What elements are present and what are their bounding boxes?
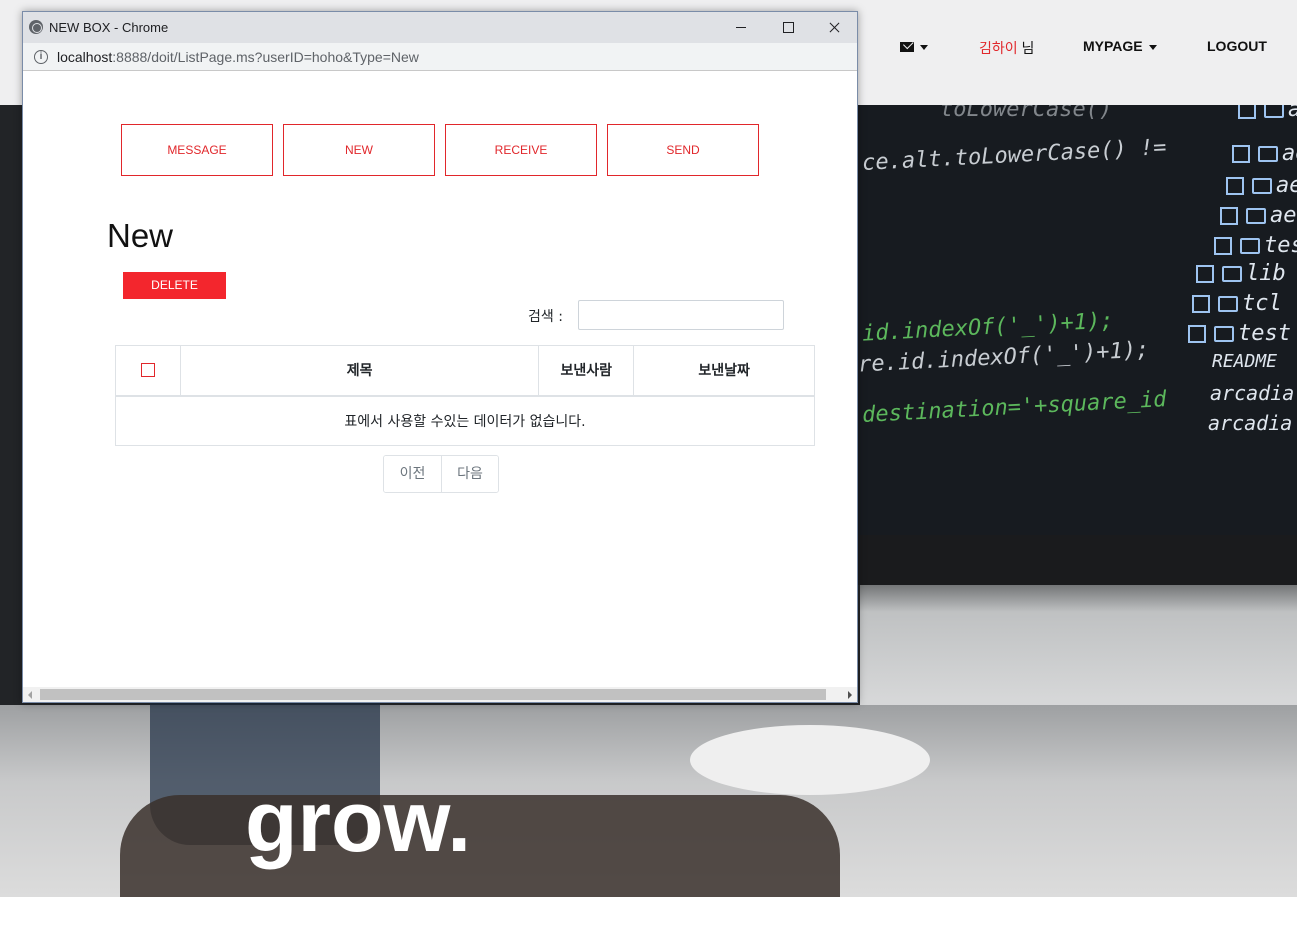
info-icon[interactable]: i [34,50,48,64]
hero-hands [120,795,840,897]
send-tab-button[interactable]: SEND [607,124,759,176]
page-title: New [107,217,174,254]
next-page-button[interactable]: 다음 [441,456,498,492]
tree-item: tcl [1192,291,1282,316]
maximize-button[interactable] [765,12,811,43]
table-header-row: 제목 보낸사람 보낸날짜 [115,345,815,397]
receive-tab-button[interactable]: RECEIVE [445,124,597,176]
url-path: :8888/doit/ListPage.ms?userID=hoho&Type=… [112,49,419,65]
tree-item: tes [1214,233,1297,258]
tree-item: arcadia [1210,381,1295,405]
message-table: 제목 보낸사람 보낸날짜 표에서 사용할 수있는 데이터가 없습니다. [115,345,815,446]
envelope-icon [900,42,914,53]
hero-mouse [690,725,930,795]
empty-table-message: 표에서 사용할 수있는 데이터가 없습니다. [115,395,815,446]
minimize-button[interactable] [719,12,765,43]
tree-item: ae [1226,173,1297,198]
page-content: MESSAGE NEW RECEIVE SEND New DELETE 검색 :… [23,71,857,687]
window-title: NEW BOX - Chrome [49,20,169,35]
select-all-checkbox[interactable] [140,363,155,378]
search-label: 검색 : [528,309,563,325]
code-line: toLowerCase() [940,105,1113,122]
user-greeting: 김하이 님 [979,38,1034,58]
message-tab-button[interactable]: MESSAGE [121,124,273,176]
scroll-left-arrow-icon[interactable] [28,691,32,699]
address-bar[interactable]: i localhost:8888/doit/ListPage.ms?userID… [23,43,857,71]
globe-icon [29,20,43,34]
user-suffix: 님 [1017,40,1035,56]
mail-dropdown[interactable] [900,38,928,54]
column-header-title[interactable]: 제목 [179,345,540,397]
tree-item: README [1212,351,1278,372]
tree-item: ac [1238,105,1297,122]
window-titlebar[interactable]: NEW BOX - Chrome [23,12,857,43]
delete-button[interactable]: DELETE [123,272,226,299]
search-input[interactable] [578,300,784,330]
logout-link[interactable]: LOGOUT [1207,38,1267,54]
tree-item: ae- [1220,203,1297,228]
hero-headline: grow. [245,774,472,870]
url-host: localhost [57,49,113,65]
pagination: 이전 다음 [383,455,499,493]
popup-window: NEW BOX - Chrome i localhost:8888/doit/L… [22,11,858,703]
tree-item: arcadia [1208,411,1293,435]
url-text[interactable]: localhost:8888/doit/ListPage.ms?userID=h… [57,49,419,65]
mypage-dropdown[interactable]: MYPAGE [1083,38,1157,54]
prev-page-button[interactable]: 이전 [384,456,441,492]
table-row: 표에서 사용할 수있는 데이터가 없습니다. [115,395,815,446]
horizontal-scrollbar[interactable] [23,687,857,702]
caret-down-icon [920,44,928,50]
column-header-sender[interactable]: 보낸사람 [538,345,635,397]
tree-item: ae [1232,141,1297,166]
mypage-label: MYPAGE [1083,38,1143,54]
column-header-date[interactable]: 보낸날짜 [633,345,815,397]
new-tab-button[interactable]: NEW [283,124,435,176]
scroll-right-arrow-icon[interactable] [848,691,852,699]
tree-item: test [1188,321,1291,346]
close-button[interactable] [811,12,857,43]
scrollbar-thumb[interactable] [40,689,826,700]
user-name: 김하이 [979,40,1018,56]
tree-item: lib [1196,261,1286,286]
hero-monitor-bezel [857,535,1297,585]
caret-down-icon [1148,44,1157,50]
select-all-cell[interactable] [115,345,181,397]
